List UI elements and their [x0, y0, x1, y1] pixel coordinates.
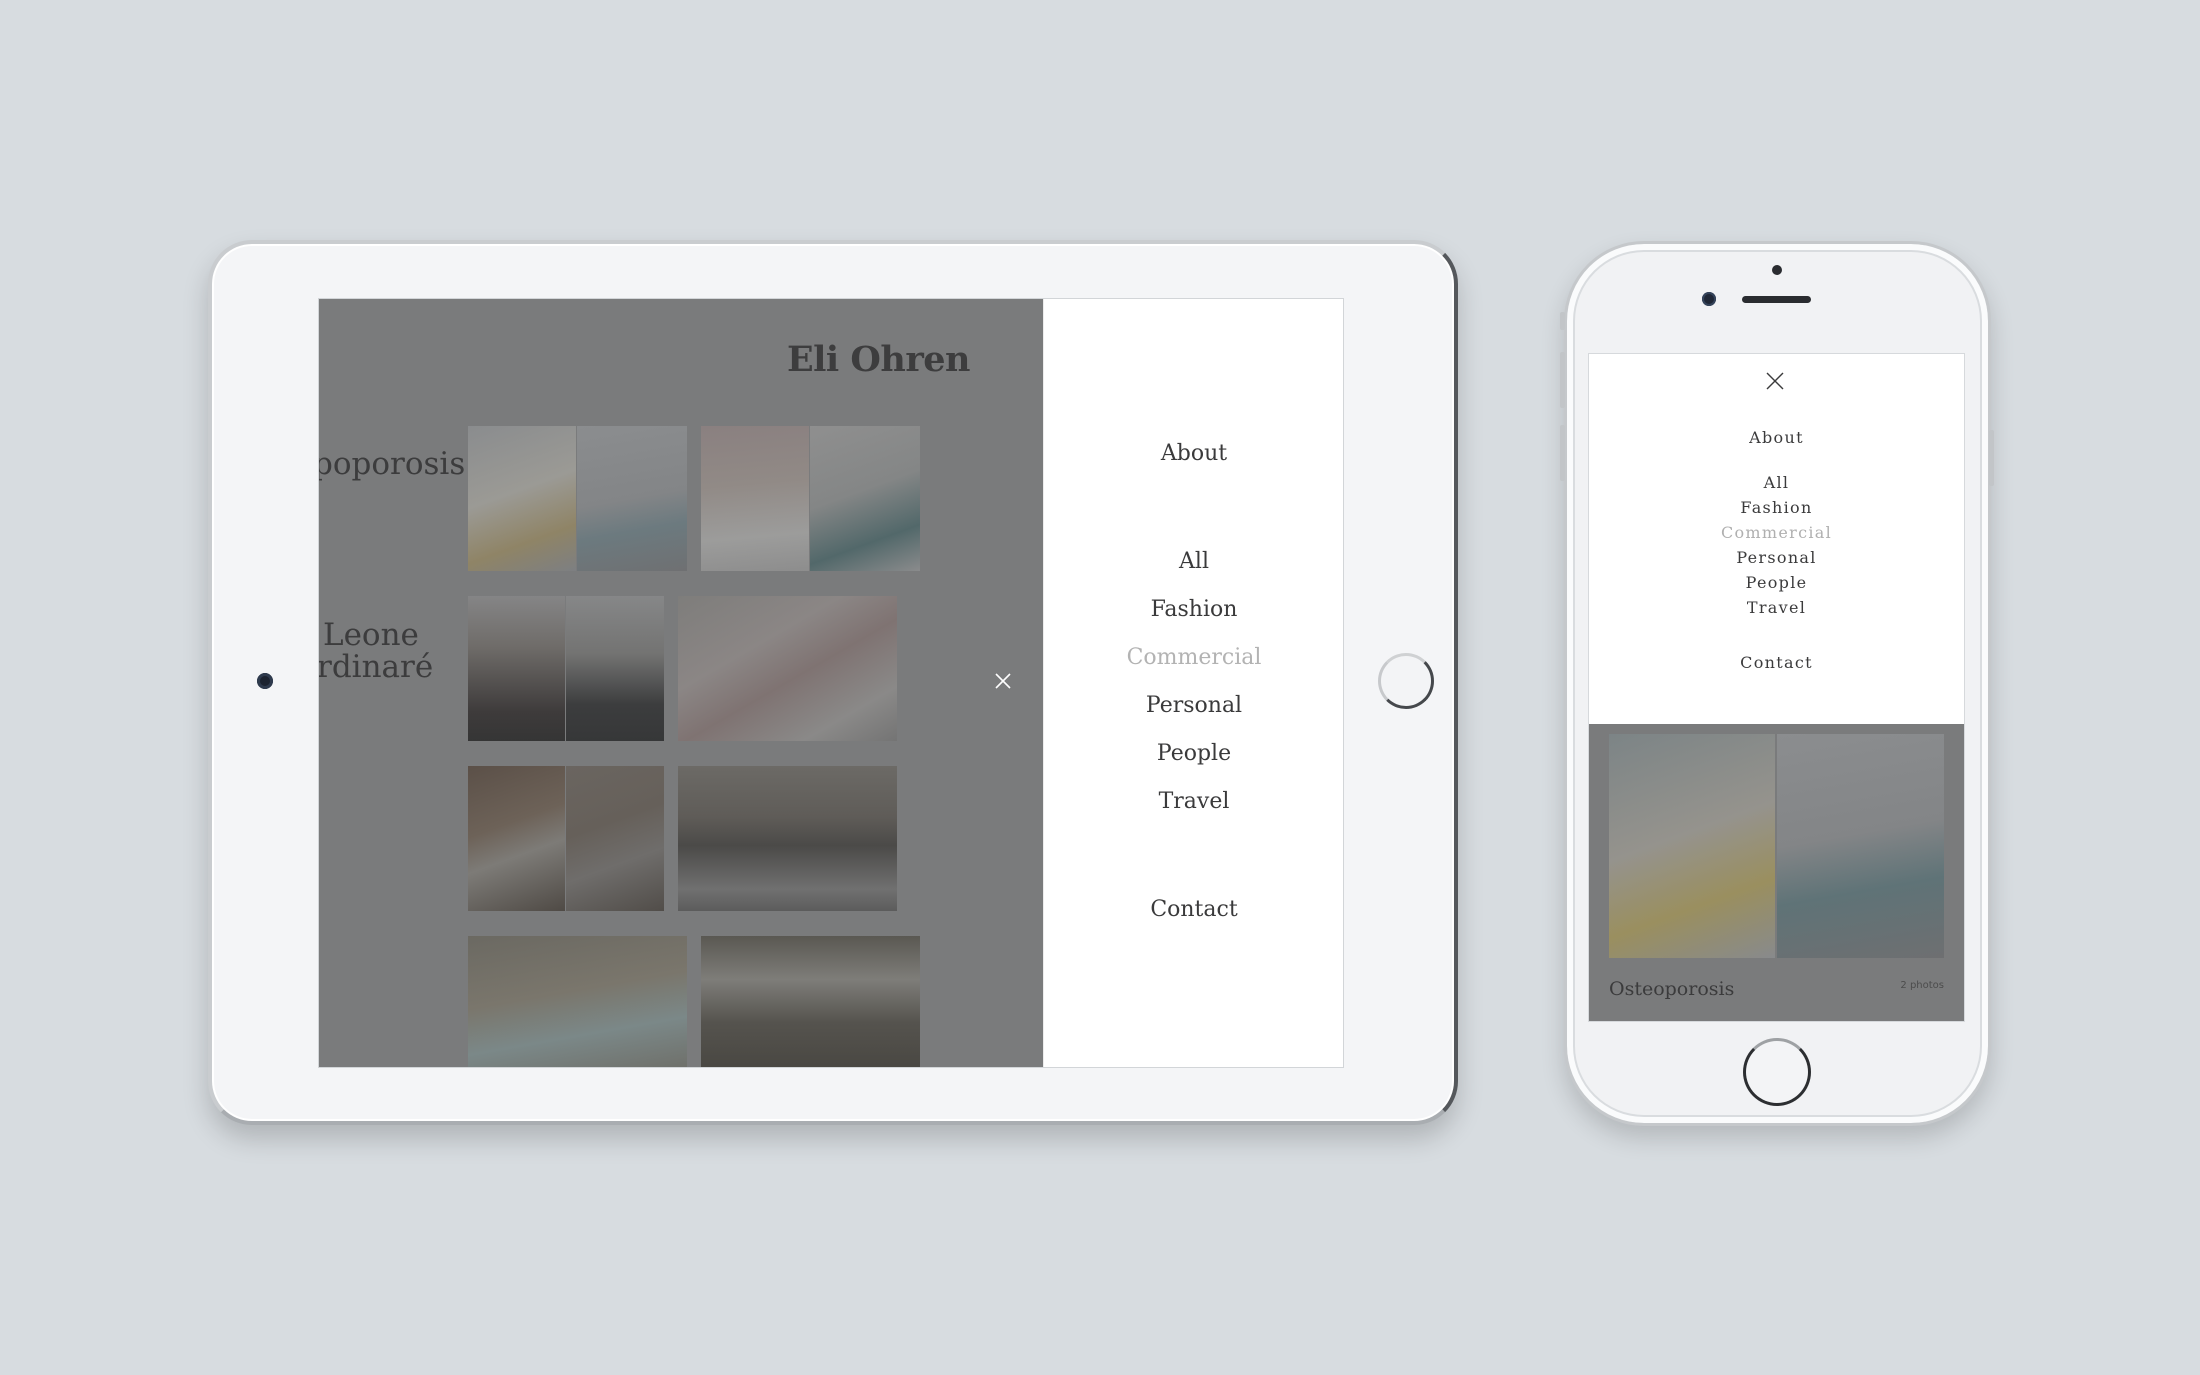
- menu-item-personal[interactable]: Personal: [1044, 693, 1343, 718]
- menu-item-fashion[interactable]: Fashion: [1589, 498, 1964, 517]
- phone-sensor: [1772, 265, 1782, 275]
- menu-item-people[interactable]: People: [1589, 573, 1964, 592]
- close-icon[interactable]: [1764, 370, 1786, 392]
- site-title[interactable]: Eli Ohren: [787, 339, 971, 380]
- menu-item-all[interactable]: All: [1044, 549, 1343, 574]
- project-thumbnail[interactable]: [468, 596, 664, 741]
- menu-item-commercial[interactable]: Commercial: [1044, 645, 1343, 670]
- close-icon[interactable]: [991, 669, 1015, 693]
- project-thumbnail[interactable]: [701, 426, 920, 571]
- menu-item-travel[interactable]: Travel: [1044, 789, 1343, 814]
- menu-item-contact[interactable]: Contact: [1589, 653, 1964, 672]
- project-thumbnail[interactable]: [468, 426, 687, 571]
- navigation-menu: About All Fashion Commercial Personal Pe…: [1043, 299, 1343, 1067]
- tablet-screen: Eli Ohren poporosis Leone rdinaré About …: [318, 298, 1344, 1068]
- project-title[interactable]: poporosis: [319, 449, 465, 480]
- menu-item-people[interactable]: People: [1044, 741, 1343, 766]
- project-thumbnail[interactable]: [701, 936, 920, 1067]
- menu-item-about[interactable]: About: [1044, 441, 1343, 466]
- project-title[interactable]: rdinaré: [319, 652, 433, 683]
- tablet-home-button[interactable]: [1378, 653, 1434, 709]
- photo-count: 2 photos: [1900, 980, 1944, 991]
- phone-home-button[interactable]: [1743, 1038, 1811, 1106]
- project-thumbnail[interactable]: [468, 936, 687, 1067]
- menu-item-commercial[interactable]: Commercial: [1589, 523, 1964, 542]
- menu-item-travel[interactable]: Travel: [1589, 598, 1964, 617]
- project-title[interactable]: Leone: [323, 620, 419, 651]
- tablet-camera: [257, 673, 273, 689]
- phone-volume-up-button: [1560, 352, 1565, 408]
- gallery-overlay[interactable]: Osteoporosis 2 photos: [1589, 724, 1964, 1021]
- project-thumbnail[interactable]: [678, 766, 897, 911]
- gallery-overlay[interactable]: Eli Ohren poporosis Leone rdinaré: [319, 299, 1043, 1067]
- phone-speaker: [1742, 296, 1811, 303]
- phone-camera: [1702, 292, 1716, 306]
- project-thumbnail[interactable]: [678, 596, 897, 741]
- phone-power-button: [1989, 430, 1994, 486]
- phone-volume-down-button: [1560, 425, 1565, 481]
- menu-item-fashion[interactable]: Fashion: [1044, 597, 1343, 622]
- menu-item-personal[interactable]: Personal: [1589, 548, 1964, 567]
- menu-item-contact[interactable]: Contact: [1044, 897, 1343, 922]
- menu-item-all[interactable]: All: [1589, 473, 1964, 492]
- menu-item-about[interactable]: About: [1589, 428, 1964, 447]
- project-title[interactable]: Osteoporosis: [1609, 978, 1734, 1000]
- project-thumbnail[interactable]: [468, 766, 664, 911]
- phone-side-button: [1560, 312, 1565, 330]
- project-thumbnail[interactable]: [1609, 734, 1944, 958]
- phone-screen: About All Fashion Commercial Personal Pe…: [1588, 353, 1965, 1022]
